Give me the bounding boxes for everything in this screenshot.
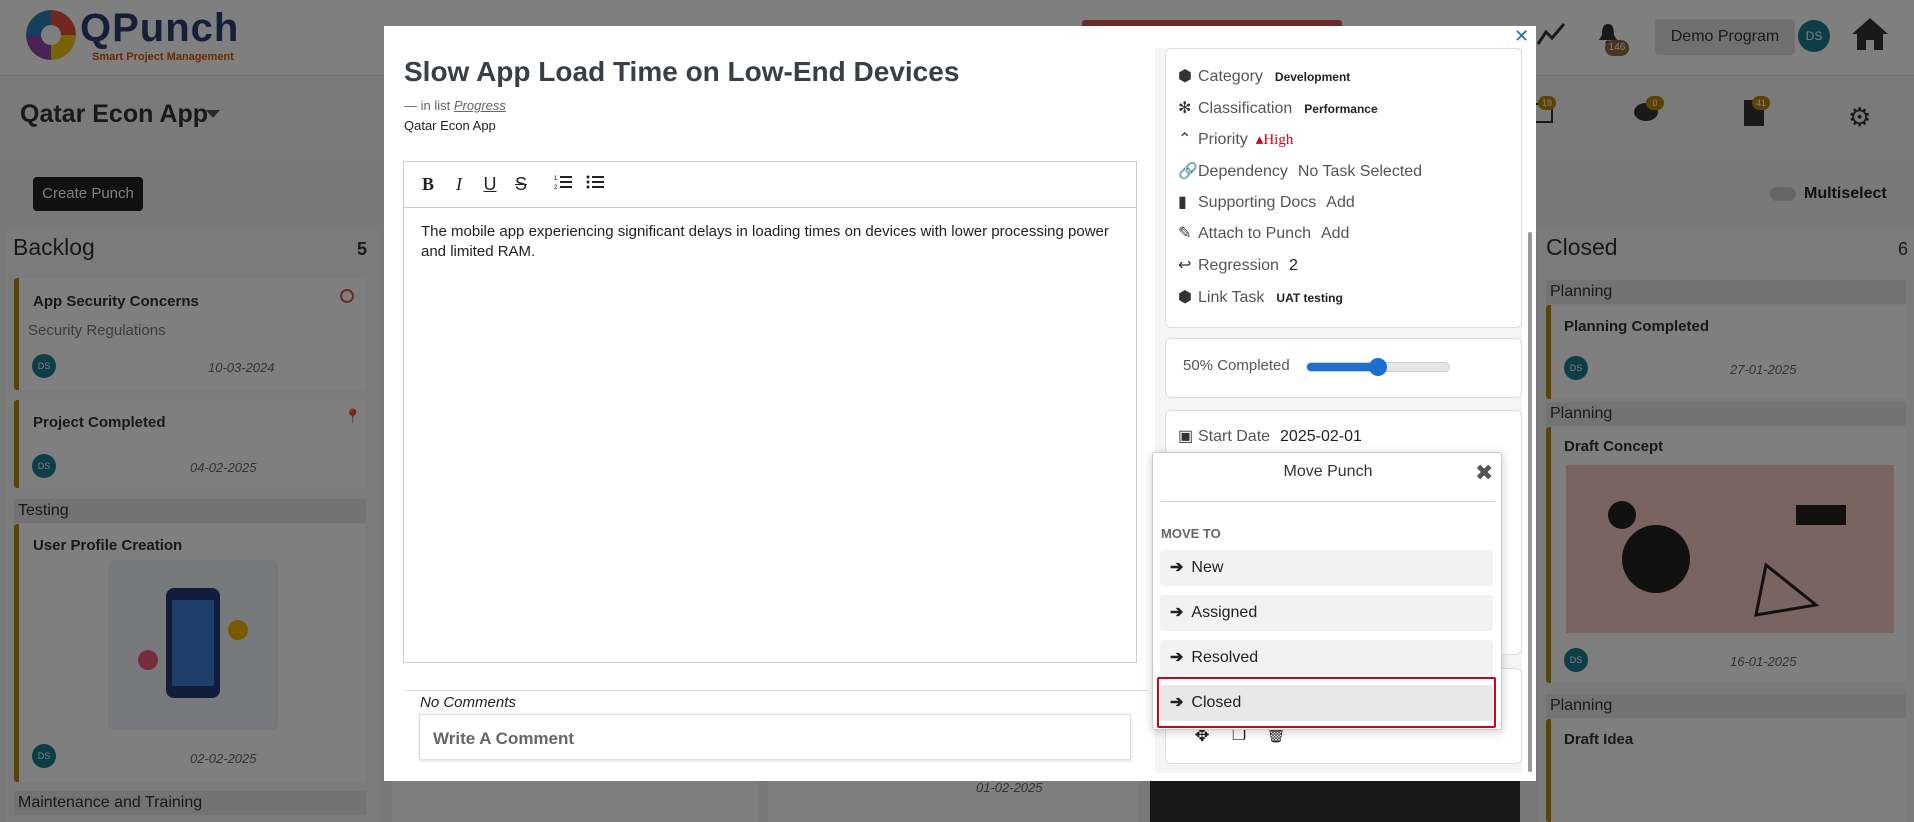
comment-input[interactable]: Write A Comment [419, 714, 1131, 760]
link-icon: 🔗 [1178, 163, 1198, 180]
description-text[interactable]: The mobile app experiencing significant … [421, 222, 1121, 262]
project-name: Qatar Econ App [404, 118, 496, 133]
divider [1161, 501, 1495, 502]
dependency-value[interactable]: No Task Selected [1298, 163, 1422, 180]
modal-scrollbar[interactable] [1528, 232, 1532, 772]
regression-value: 2 [1288, 257, 1298, 274]
add-docs-link[interactable]: Add [1326, 194, 1354, 211]
bold-button[interactable]: B [418, 174, 438, 195]
classification-value[interactable]: Performance [1304, 102, 1377, 116]
editor-toolbar: B I U S 12 [404, 162, 1136, 208]
start-date-row: ▣ Start Date 2025-02-01 [1178, 426, 1362, 446]
punch-title: Slow App Load Time on Low-End Devices [404, 56, 960, 87]
calendar-check-icon: ▣ [1178, 428, 1194, 445]
divider [404, 690, 1148, 691]
underline-button[interactable]: U [480, 174, 500, 195]
row-label: Regression [1198, 257, 1279, 274]
row-label: Attach to Punch [1198, 225, 1311, 242]
chevrons-up-icon: ⌃ [1178, 131, 1192, 148]
reply-all-icon: ↩ [1178, 257, 1192, 274]
bullet-list-icon[interactable] [585, 174, 605, 195]
attach-add-link[interactable]: Add [1321, 225, 1349, 242]
strikethrough-button[interactable]: S [511, 174, 531, 195]
description-editor[interactable]: B I U S 12 The mobile app experiencing s… [403, 161, 1137, 663]
supporting-docs-row: ▮ Supporting Docs Add [1178, 192, 1355, 212]
row-label: Priority [1198, 131, 1248, 148]
snowflake-icon: ✻ [1178, 100, 1192, 117]
progress-slider[interactable] [1306, 358, 1450, 376]
details-panel [1165, 48, 1522, 328]
row-label: Start Date [1198, 428, 1271, 445]
row-label: Classification [1198, 100, 1293, 117]
move-option-new[interactable]: ➔ New [1160, 550, 1493, 586]
close-icon[interactable]: ✕ [1514, 26, 1529, 47]
popup-title: Move Punch [1283, 463, 1373, 480]
highlight-box [1157, 677, 1496, 728]
italic-button[interactable]: I [449, 174, 469, 195]
cube-icon: ⬢ [1178, 68, 1192, 85]
close-icon[interactable]: ✖ [1475, 460, 1493, 486]
arrow-right-icon: ➔ [1170, 604, 1184, 621]
category-row: ⬢ Category Development [1178, 66, 1350, 86]
progress-fill [1307, 363, 1378, 371]
start-date-value[interactable]: 2025-02-01 [1280, 428, 1362, 445]
classification-row: ✻ Classification Performance [1178, 98, 1378, 118]
option-label: New [1191, 559, 1224, 576]
file-icon: ▮ [1178, 194, 1187, 211]
ordered-list-icon[interactable]: 12 [553, 174, 573, 195]
regression-row: ↩ Regression 2 [1178, 255, 1298, 275]
progress-label: 50% Completed [1183, 357, 1290, 374]
move-to-label: MOVE TO [1161, 526, 1221, 541]
cube-icon: ⬢ [1178, 289, 1192, 306]
arrow-right-icon: ➔ [1170, 649, 1184, 666]
move-option-resolved[interactable]: ➔ Resolved [1160, 640, 1493, 676]
in-list-text: — in list Progress [404, 98, 506, 113]
link-task-value[interactable]: UAT testing [1276, 291, 1342, 305]
slider-handle[interactable] [1369, 358, 1387, 376]
row-label: Supporting Docs [1198, 194, 1317, 211]
row-label: Category [1198, 68, 1263, 85]
arrow-right-icon: ➔ [1170, 559, 1184, 576]
paperclip-icon: ✎ [1178, 225, 1192, 242]
no-comments-label: No Comments [420, 694, 516, 711]
row-label: Dependency [1198, 163, 1288, 180]
svg-text:1: 1 [554, 176, 558, 182]
attach-row: ✎ Attach to Punch Add [1178, 223, 1349, 243]
dependency-row: 🔗Dependency No Task Selected [1178, 161, 1422, 181]
priority-value[interactable]: ▴High [1256, 132, 1294, 148]
option-label: Resolved [1191, 649, 1259, 666]
in-list-prefix: — in list [404, 98, 451, 113]
priority-row: ⌃ Priority ▴High [1178, 129, 1293, 149]
move-option-assigned[interactable]: ➔ Assigned [1160, 595, 1493, 631]
link-task-row: ⬢ Link Task UAT testing [1178, 287, 1343, 307]
category-value[interactable]: Development [1275, 70, 1350, 84]
list-link[interactable]: Progress [454, 98, 506, 113]
row-label: Link Task [1198, 289, 1265, 306]
option-label: Assigned [1191, 604, 1258, 621]
svg-text:2: 2 [554, 185, 558, 190]
